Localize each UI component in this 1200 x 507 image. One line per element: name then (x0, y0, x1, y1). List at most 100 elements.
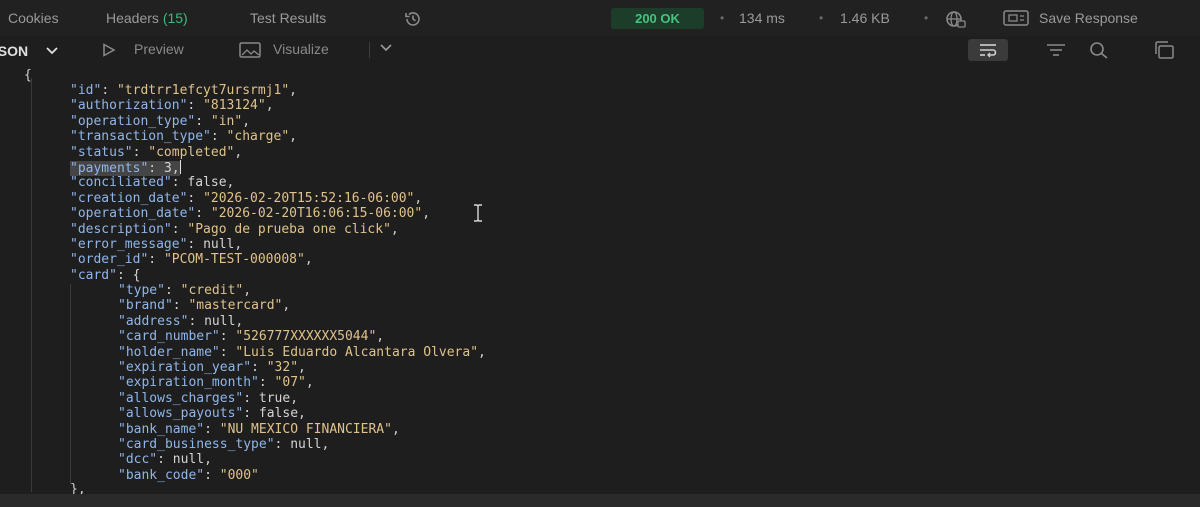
json-colon: : (204, 467, 220, 483)
json-value: "813124" (203, 98, 266, 114)
json-value: "000" (219, 467, 259, 483)
json-key: "card" (70, 267, 117, 283)
json-key: "creation_date" (70, 190, 188, 206)
search-icon[interactable] (1088, 40, 1110, 60)
response-size[interactable]: 1.46 KB (840, 10, 890, 26)
save-response-button[interactable]: Save Response (1003, 8, 1193, 29)
json-colon: : (171, 175, 188, 191)
json-colon: : (187, 98, 204, 114)
json-line: "error_message": null, (70, 237, 242, 252)
json-line: "card": { (70, 268, 140, 283)
json-comma: , (289, 83, 297, 98)
json-line: "dcc": null, (118, 452, 212, 467)
json-comma: , (290, 390, 299, 406)
json-value: "mastercard" (188, 298, 283, 314)
json-key: "order_id" (70, 252, 149, 268)
json-comma: , (321, 437, 330, 452)
json-comma: , (242, 113, 251, 129)
json-key: "error_message" (70, 237, 188, 252)
json-line: "allows_payouts": false, (118, 406, 306, 421)
open-brace: { (24, 68, 32, 83)
json-comma: , (282, 298, 291, 314)
json-comma: , (422, 206, 431, 222)
json-value: "07" (274, 375, 306, 391)
json-value: null (290, 437, 322, 452)
tab-headers[interactable]: Headers (15) (106, 10, 188, 26)
json-key: "card_business_type" (118, 437, 275, 452)
json-line: "conciliated": false, (70, 175, 234, 190)
json-comma: , (414, 190, 423, 206)
json-value: 3 (163, 161, 172, 176)
json-line: "type": "credit", (118, 283, 251, 298)
preview-button[interactable]: Preview (100, 39, 210, 61)
json-colon: : (132, 144, 149, 160)
json-colon: : (210, 129, 227, 145)
json-key: "card_number" (118, 329, 220, 345)
visualize-label: Visualize (273, 41, 329, 57)
filter-icon[interactable] (1045, 42, 1067, 58)
body-toolbar: JSON Preview Visualize (0, 36, 1200, 64)
json-key: "transaction_type" (70, 129, 211, 145)
tab-cookies[interactable]: Cookies (8, 10, 59, 26)
json-comma: , (289, 129, 297, 145)
json-value: false (258, 406, 299, 422)
chevron-down-icon (46, 47, 58, 55)
json-colon: : (172, 298, 189, 314)
json-comma: , (204, 452, 212, 468)
json-value: "Pago de prueba one click" (187, 221, 391, 237)
json-key: "payments" (70, 161, 149, 176)
json-colon: : (219, 329, 236, 345)
json-key: "allows_payouts" (118, 406, 244, 422)
json-line: "description": "Pago de prueba one click… (70, 222, 399, 237)
tab-test-results[interactable]: Test Results (250, 10, 326, 26)
json-comma: , (298, 406, 306, 422)
json-line: "order_id": "PCOM-TEST-000008", (70, 252, 313, 267)
json-comma: , (234, 237, 243, 252)
json-key: "operation_type" (70, 113, 196, 129)
tab-headers-label: Headers (106, 10, 159, 26)
json-line: "creation_date": "2026-02-20T15:52:16-06… (70, 191, 422, 206)
json-value: false (187, 175, 227, 191)
json-line: "bank_code": "000" (118, 468, 259, 483)
status-badge[interactable]: 200 OK (611, 8, 704, 29)
json-value: "credit" (180, 283, 244, 298)
json-key: "bank_code" (118, 467, 205, 483)
save-response-label: Save Response (1039, 10, 1138, 26)
history-icon[interactable] (403, 9, 423, 29)
format-label: JSON (0, 43, 29, 59)
json-line: "id": "trdtrr1efcyt7ursrmj1", (70, 83, 297, 98)
json-comma: , (478, 344, 486, 360)
wrap-lines-button[interactable] (968, 39, 1008, 61)
json-colon: : (116, 267, 133, 283)
wrap-lines-icon (980, 44, 997, 58)
json-colon: : (243, 406, 259, 422)
json-colon: : (251, 360, 267, 375)
chevron-down-icon[interactable] (380, 43, 392, 52)
format-select[interactable]: JSON (0, 39, 72, 61)
separator-dot: • (924, 11, 929, 25)
text-cursor-icon (474, 204, 482, 222)
json-value: "2026-02-20T16:06:15-06:00" (210, 206, 423, 222)
response-body-editor[interactable]: { "id": "trdtrr1efcyt7ursrmj1", "authoriz… (0, 64, 1200, 497)
copy-icon[interactable] (1152, 41, 1176, 59)
json-value: "trdtrr1efcyt7ursrmj1" (116, 83, 290, 98)
json-colon: : (258, 375, 275, 391)
json-line: "expiration_year": "32", (118, 360, 306, 375)
json-key: "id" (70, 83, 102, 98)
json-comma: , (304, 252, 313, 268)
json-colon: : (148, 161, 164, 176)
json-key: "conciliated" (70, 175, 172, 191)
json-colon: : (195, 206, 211, 222)
response-time[interactable]: 134 ms (739, 10, 785, 26)
selected-text: "payments": 3, (70, 161, 180, 176)
json-colon: : (101, 83, 117, 98)
json-line: "transaction_type": "charge", (70, 129, 297, 144)
json-colon: : (148, 252, 164, 268)
json-key: "expiration_year" (118, 360, 252, 375)
visualize-button[interactable]: Visualize (238, 39, 363, 61)
preview-label: Preview (134, 41, 184, 57)
json-line: "card_business_type": null, (118, 437, 329, 452)
json-line: "brand": "mastercard", (118, 298, 290, 313)
globe-icon[interactable] (944, 9, 966, 29)
json-colon: : (243, 390, 259, 406)
